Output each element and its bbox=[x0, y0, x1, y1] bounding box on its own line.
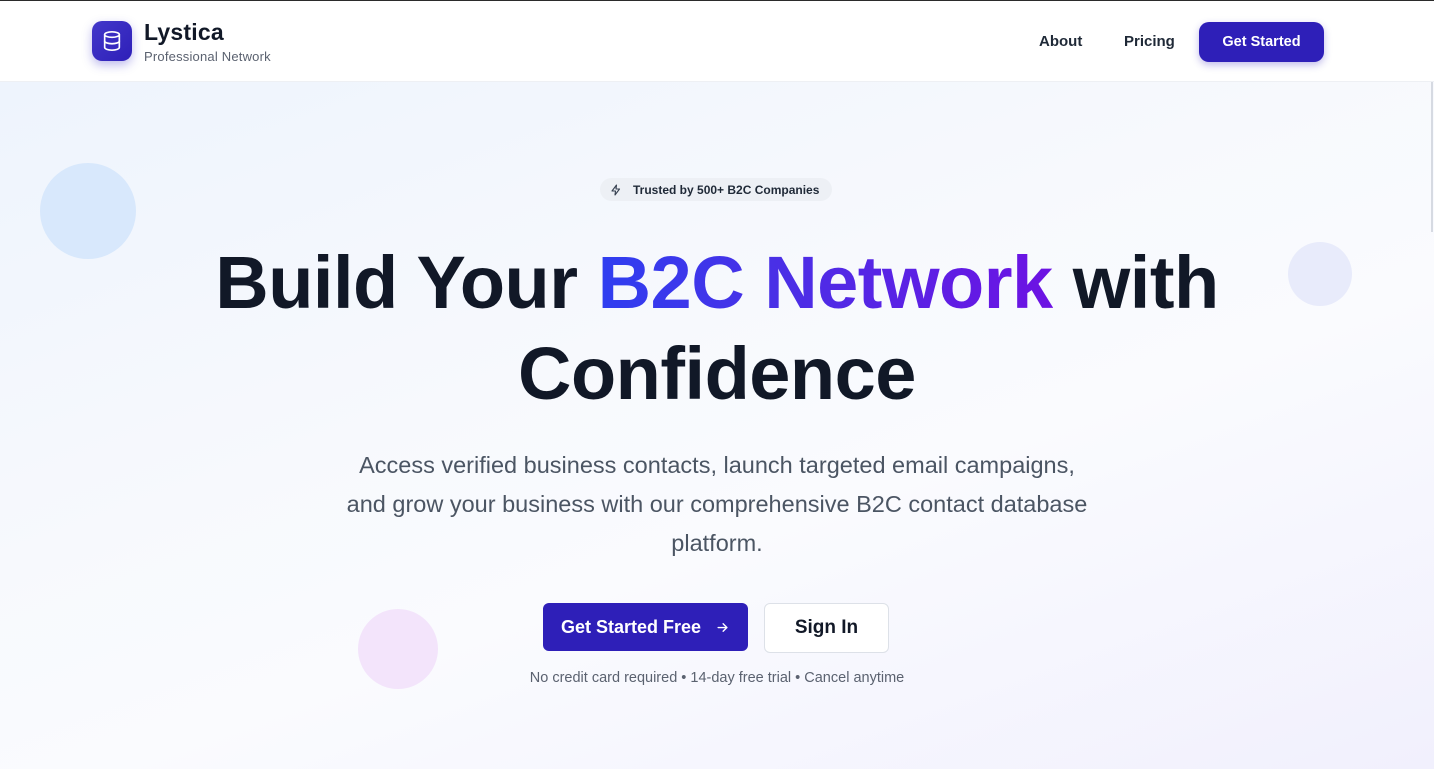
headline-highlight: B2C Network bbox=[597, 241, 1054, 324]
trust-badge: Trusted by 500+ B2C Companies bbox=[600, 178, 832, 201]
scrollbar-thumb[interactable] bbox=[1431, 82, 1433, 232]
headline-part2: with bbox=[1052, 241, 1219, 324]
trust-badge-text: Trusted by 500+ B2C Companies bbox=[633, 182, 820, 197]
get-started-free-label: Get Started Free bbox=[560, 616, 702, 637]
get-started-button[interactable]: Get Started bbox=[1199, 22, 1324, 62]
site-header: Lystica Professional Network About Prici… bbox=[0, 1, 1434, 82]
hero-section: Trusted by 500+ B2C Companies Build Your… bbox=[0, 82, 1434, 769]
headline-part1: Build Your bbox=[215, 241, 598, 324]
nav-pricing-link[interactable]: Pricing bbox=[1124, 33, 1175, 50]
logo-badge[interactable] bbox=[92, 21, 132, 61]
brand-tagline: Professional Network bbox=[144, 49, 271, 64]
nav-about-link[interactable]: About bbox=[1039, 33, 1082, 50]
get-started-free-button[interactable]: Get Started Free bbox=[543, 603, 748, 651]
sign-in-button[interactable]: Sign In bbox=[764, 603, 889, 653]
lightning-icon bbox=[610, 183, 622, 196]
landing-page: Lystica Professional Network About Prici… bbox=[0, 0, 1434, 779]
hero-description: Access verified business contacts, launc… bbox=[346, 452, 1088, 556]
fineprint-text: No credit card required • 14-day free tr… bbox=[529, 670, 905, 686]
headline-line2: Confidence bbox=[518, 332, 916, 415]
arrow-right-icon bbox=[715, 620, 730, 635]
brand-name[interactable]: Lystica bbox=[144, 19, 224, 46]
database-icon bbox=[101, 30, 123, 52]
hero-headline: Build Your B2C Network with Confidence bbox=[0, 237, 1434, 419]
